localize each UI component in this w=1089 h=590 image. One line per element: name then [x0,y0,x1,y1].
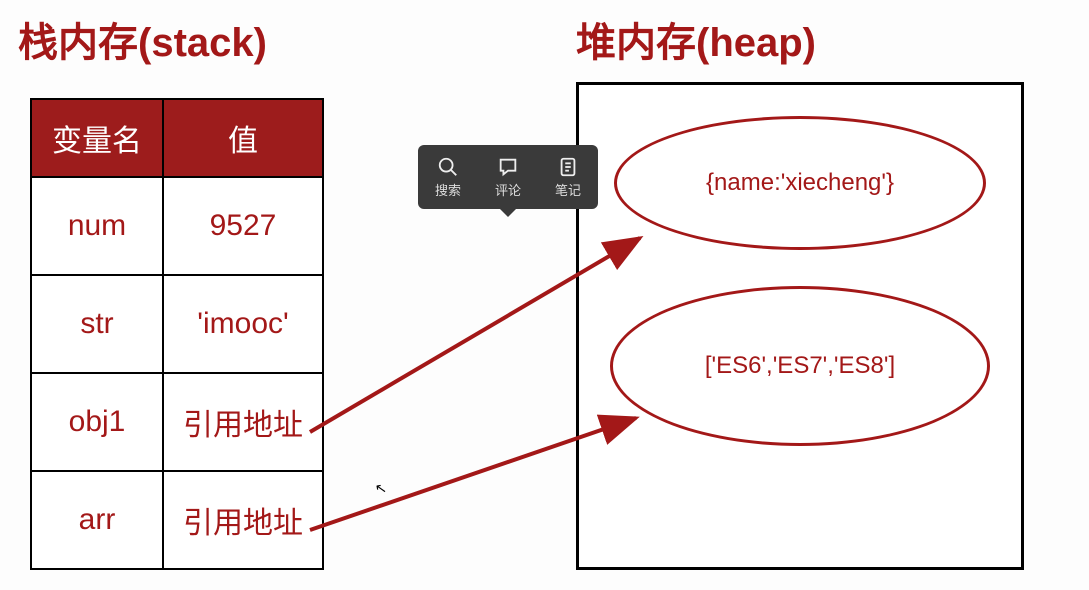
table-row: num 9527 [31,177,323,275]
heap-array-text: ['ES6','ES7','ES8'] [705,350,895,381]
table-header-row: 变量名 值 [31,99,323,177]
search-icon [437,156,459,178]
heap-array-ellipse: ['ES6','ES7','ES8'] [610,286,990,446]
heap-title: 堆内存(heap) [576,10,816,68]
cell-var: num [31,177,163,275]
header-val: 值 [163,99,323,177]
cell-val: 9527 [163,177,323,275]
search-label: 搜索 [435,180,461,199]
cell-var: obj1 [31,373,163,471]
note-icon [557,156,579,178]
floating-toolbar: 搜索 评论 笔记 [418,145,598,209]
heap-object-text: {name:'xiecheng'} [706,167,894,198]
stack-title: 栈内存(stack) [18,10,267,68]
table-row: arr 引用地址 [31,471,323,569]
cursor-icon: ↖ [374,479,389,498]
note-label: 笔记 [555,180,581,199]
note-button[interactable]: 笔记 [543,156,593,199]
cell-val: 引用地址 [163,471,323,569]
stack-table: 变量名 值 num 9527 str 'imooc' obj1 引用地址 arr… [30,98,324,570]
cell-var: str [31,275,163,373]
cell-var: arr [31,471,163,569]
header-var: 变量名 [31,99,163,177]
comment-label: 评论 [495,180,521,199]
comment-button[interactable]: 评论 [483,156,533,199]
cell-val: 'imooc' [163,275,323,373]
comment-icon [497,156,519,178]
cell-val: 引用地址 [163,373,323,471]
heap-object-ellipse: {name:'xiecheng'} [614,116,986,250]
table-row: obj1 引用地址 [31,373,323,471]
search-button[interactable]: 搜索 [423,156,473,199]
table-row: str 'imooc' [31,275,323,373]
